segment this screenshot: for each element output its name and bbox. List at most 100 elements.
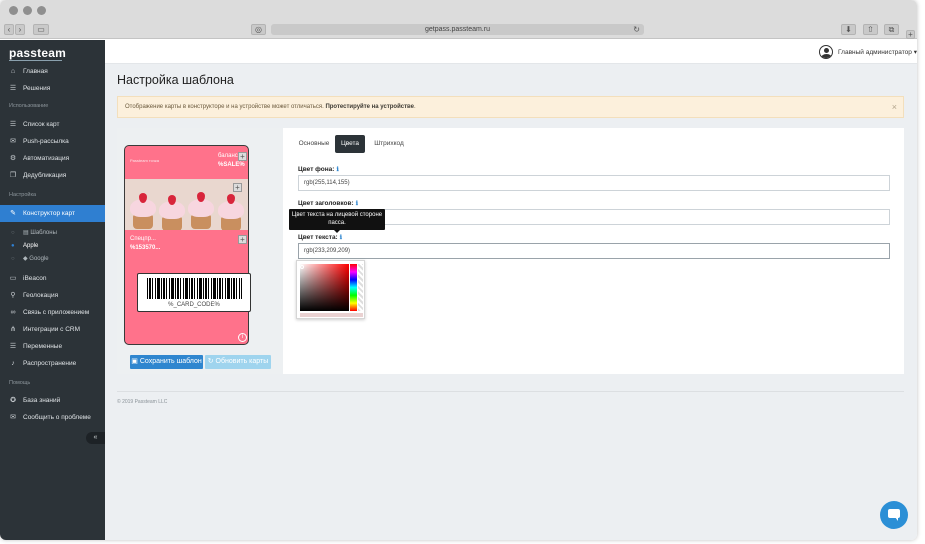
- sidebar-item-automation[interactable]: ⚙ Автоматизация: [0, 151, 105, 167]
- sidebar-item-label: Связь с приложением: [23, 309, 90, 316]
- hue-slider[interactable]: [350, 264, 357, 311]
- update-button-label: Обновить карты: [215, 358, 269, 365]
- sidebar-item-dedup[interactable]: ❐ Дедубликация: [0, 168, 105, 184]
- sidebar-item-label: Сообщить о проблеме: [23, 414, 91, 421]
- bullhorn-icon: ✉: [10, 138, 16, 145]
- pass-header-value[interactable]: %SALE%: [218, 162, 245, 168]
- info-icon[interactable]: ℹ: [336, 167, 338, 173]
- update-cards-button[interactable]: ↻ Обновить карты: [205, 355, 271, 369]
- user-menu[interactable]: Главный администратор ▾: [838, 48, 917, 56]
- list-icon: ☰: [9, 343, 17, 350]
- text-color-label: Цвет текста: ℹ: [298, 234, 342, 241]
- google-icon: ◆: [23, 256, 28, 262]
- top-header: Главный администратор ▾: [105, 40, 917, 64]
- forward-icon[interactable]: ›: [15, 24, 25, 35]
- tab-basic[interactable]: Основные: [297, 135, 331, 153]
- sidebar-subitem-templates[interactable]: ○ ▤ Шаблоны: [0, 227, 105, 239]
- pass-secondary-label[interactable]: Спецпр...: [130, 236, 156, 242]
- pin-icon: ⚲: [10, 292, 16, 299]
- sidebar-item-home[interactable]: ⌂ Главная: [0, 64, 105, 80]
- cupcake-shape: [191, 215, 211, 229]
- privacy-icon[interactable]: ◎: [251, 24, 266, 35]
- sidebar-item-label: База знаний: [23, 397, 61, 404]
- sidebar-item-label: Главная: [23, 68, 48, 75]
- sidebar-item-label: Apple: [23, 243, 39, 249]
- save-template-button[interactable]: ▣ Сохранить шаблон: [130, 355, 203, 369]
- sidebar-item-label: Переменные: [23, 343, 63, 350]
- tab-colors[interactable]: Цвета: [335, 135, 365, 153]
- sidebar: passteam ⌂ Главная ☰ Решения Использован…: [0, 40, 105, 540]
- sidebar-item-ibeacon[interactable]: ▭ iBeacon: [0, 271, 105, 287]
- sidebar-section-usage: Использование: [9, 103, 49, 109]
- close-icon[interactable]: ×: [892, 97, 897, 117]
- add-strip-field-icon[interactable]: +: [233, 183, 242, 192]
- add-secondary-field-icon[interactable]: +: [238, 235, 247, 244]
- sidebar-subitem-google[interactable]: ○ ◆ Google: [0, 253, 105, 265]
- sidebar-item-card-list[interactable]: ☰ Список карт: [0, 117, 105, 133]
- address-bar[interactable]: getpass.passteam.ru ↻: [271, 24, 644, 35]
- logo[interactable]: passteam: [9, 46, 66, 60]
- reload-icon[interactable]: ↻: [633, 24, 640, 35]
- share-icon[interactable]: ⇧: [863, 24, 878, 35]
- sidebar-item-label: Шаблоны: [30, 230, 57, 236]
- cog-icon: ⚙: [9, 155, 17, 162]
- bell-icon: ♪: [11, 360, 15, 367]
- tab-barcode[interactable]: Штрихкод: [371, 135, 407, 153]
- minimize-window-button[interactable]: [23, 6, 32, 15]
- caret-down-icon: ▾: [913, 49, 917, 56]
- list-icon: ☰: [9, 85, 17, 92]
- text-color-input[interactable]: rgb(233,209,209): [298, 243, 890, 259]
- sidebar-item-report-problem[interactable]: ✉ Сообщить о проблеме: [0, 410, 105, 426]
- sitemap-icon: ⋔: [10, 326, 16, 333]
- user-avatar[interactable]: [819, 45, 833, 59]
- close-window-button[interactable]: [9, 6, 18, 15]
- strip-image[interactable]: +: [125, 179, 248, 230]
- color-picker[interactable]: [296, 260, 365, 319]
- bg-color-input[interactable]: rgb(255,114,155): [298, 175, 890, 191]
- zoom-window-button[interactable]: [37, 6, 46, 15]
- info-icon[interactable]: ℹ: [340, 235, 342, 241]
- sidebar-item-card-builder[interactable]: ✎ Конструктор карт: [0, 205, 105, 222]
- sidebar-item-label: Автоматизация: [23, 155, 70, 162]
- saturation-area[interactable]: [300, 264, 349, 311]
- sidebar-item-solutions[interactable]: ☰ Решения: [0, 81, 105, 97]
- sidebar-item-label: Push-рассылка: [23, 138, 69, 145]
- sidebar-section-settings: Настройка: [9, 192, 37, 198]
- sidebar-item-variables[interactable]: ☰ Переменные: [0, 339, 105, 355]
- back-icon[interactable]: ‹: [4, 24, 14, 35]
- sidebar-item-geolocation[interactable]: ⚲ Геолокация: [0, 288, 105, 304]
- alert-test-link[interactable]: Протестируйте на устройстве: [325, 104, 414, 110]
- pass-header-label[interactable]: баланс: [218, 153, 238, 159]
- download-icon[interactable]: ⬇: [841, 24, 856, 35]
- saturation-cursor[interactable]: [300, 265, 304, 269]
- header-color-label: Цвет заголовков: ℹ: [298, 200, 358, 207]
- avatar-head-shape: [824, 48, 829, 53]
- color-preview: [300, 313, 363, 317]
- sidebar-subitem-apple[interactable]: ● Apple: [0, 240, 105, 252]
- new-tab-icon[interactable]: +: [906, 30, 915, 39]
- sidebar-item-label: Интеграции с CRM: [23, 326, 81, 333]
- sidebar-item-crm[interactable]: ⋔ Интеграции с CRM: [0, 322, 105, 338]
- info-alert: Отображение карты в конструкторе и на ус…: [117, 96, 904, 118]
- wrench-icon: ✎: [10, 210, 16, 217]
- pass-secondary-value[interactable]: %153570...: [130, 245, 160, 251]
- add-header-field-icon[interactable]: +: [238, 152, 247, 161]
- pass-logo-text[interactable]: Passteam точка: [130, 158, 159, 163]
- alpha-slider[interactable]: [358, 264, 363, 311]
- main-content: Настройка шаблона Отображение карты в ко…: [105, 64, 917, 540]
- sidebar-item-push[interactable]: ✉ Push-рассылка: [0, 134, 105, 150]
- sidebar-item-knowledge-base[interactable]: ✪ База знаний: [0, 393, 105, 409]
- sidebar-item-label: Google: [29, 256, 49, 262]
- browser-titlebar: ‹ › ▭ ◎ getpass.passteam.ru ↻ ⬇ ⇧ ⧉ +: [0, 0, 917, 39]
- info-icon[interactable]: i: [238, 333, 247, 342]
- sidebar-item-distribution[interactable]: ♪ Распространение: [0, 356, 105, 372]
- chat-button[interactable]: [880, 501, 908, 529]
- tabs-overview-icon[interactable]: ⧉: [884, 24, 899, 35]
- sidebar-toggle-icon[interactable]: ▭: [33, 24, 49, 35]
- collapse-sidebar-button[interactable]: «: [86, 432, 105, 444]
- info-icon[interactable]: ℹ: [356, 201, 358, 207]
- barcode-box[interactable]: %_CARD_CODE%: [137, 273, 251, 312]
- header-color-input[interactable]: [298, 209, 890, 225]
- sidebar-item-app-link[interactable]: ∞ Связь с приложением: [0, 305, 105, 321]
- template-icon: ▤: [23, 230, 29, 236]
